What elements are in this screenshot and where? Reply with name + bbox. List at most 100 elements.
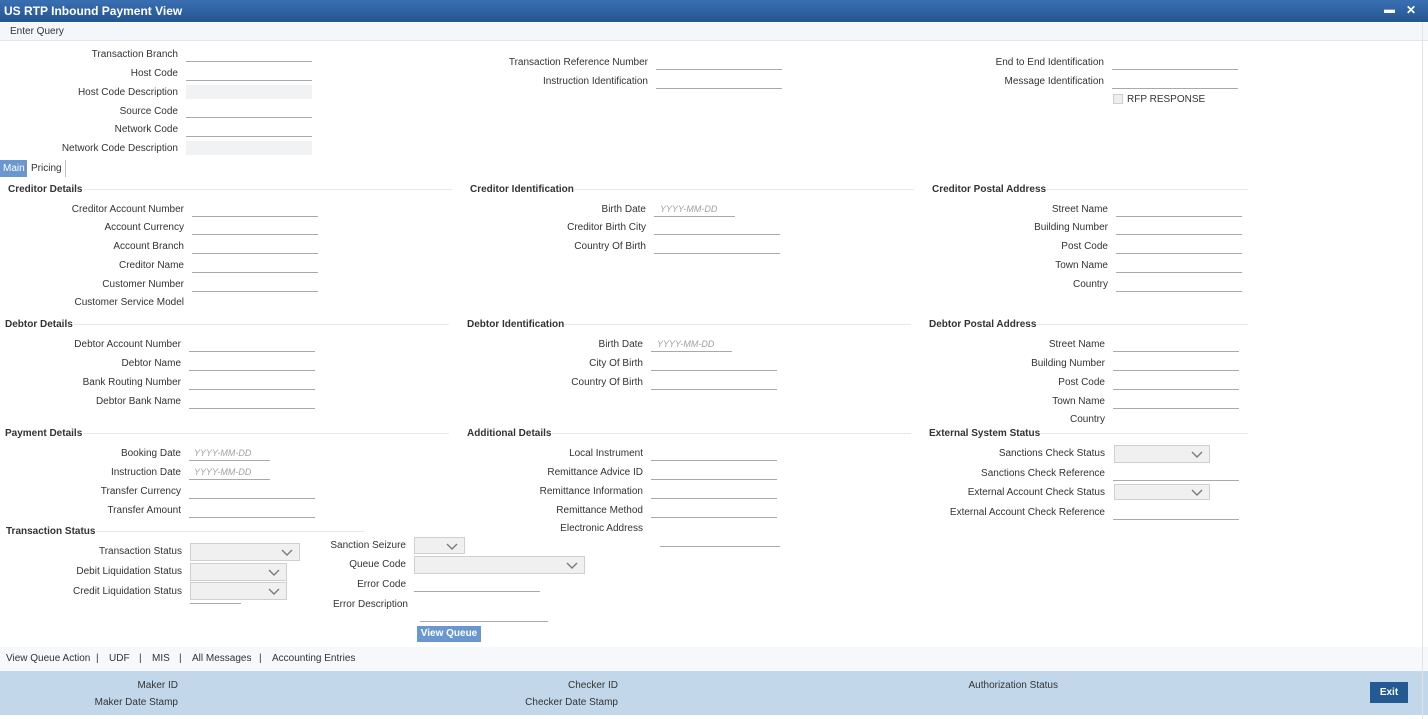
enter-query-menu[interactable]: Enter Query [10, 26, 64, 37]
account-currency-input[interactable] [192, 221, 318, 235]
debtor-details-rule [74, 324, 449, 325]
booking-date-placeholder: YYYY-MM-DD [194, 448, 252, 458]
sanction-seizure-select[interactable] [414, 537, 465, 554]
creditor-identification-title: Creditor Identification [470, 184, 574, 195]
creditor-street-name-input[interactable] [1116, 203, 1242, 217]
electronic-address-input[interactable] [660, 533, 780, 547]
view-queue-action-link[interactable]: View Queue Action [6, 653, 90, 664]
debtor-identification-rule [564, 324, 911, 325]
transfer-currency-label: Transfer Currency [100, 486, 181, 497]
debit-liquidation-status-select[interactable] [190, 563, 287, 581]
host-code-label: Host Code [130, 68, 178, 79]
chevron-down-icon [446, 543, 458, 550]
transfer-currency-input[interactable] [189, 485, 315, 499]
transaction-branch-input[interactable] [186, 48, 312, 62]
udf-link[interactable]: UDF [109, 653, 130, 664]
creditor-name-input[interactable] [192, 259, 318, 273]
link-separator: | [179, 653, 182, 664]
remittance-information-input[interactable] [651, 485, 777, 499]
message-identification-input[interactable] [1112, 75, 1238, 89]
mis-link[interactable]: MIS [152, 653, 170, 664]
debtor-town-name-input[interactable] [1113, 395, 1239, 409]
transaction-branch-label: Transaction Branch [91, 49, 178, 60]
exit-button[interactable]: Exit [1370, 682, 1408, 703]
sanctions-check-status-select[interactable] [1114, 445, 1210, 463]
transaction-reference-number-input[interactable] [656, 56, 782, 70]
host-code-input[interactable] [186, 67, 312, 81]
remittance-method-input[interactable] [651, 504, 777, 518]
debtor-account-number-input[interactable] [189, 338, 315, 352]
link-separator: | [139, 653, 142, 664]
view-queue-button[interactable]: View Queue [417, 626, 481, 642]
error-code-input[interactable] [414, 578, 540, 592]
queue-code-label: Queue Code [349, 559, 406, 570]
checker-date-stamp-label: Checker Date Stamp [525, 697, 618, 708]
rfp-response-checkbox[interactable] [1113, 94, 1123, 104]
debtor-bank-name-label: Debtor Bank Name [95, 396, 181, 407]
creditor-building-number-input[interactable] [1116, 221, 1242, 235]
close-icon[interactable]: ✕ [1406, 3, 1416, 17]
creditor-account-number-input[interactable] [192, 203, 318, 217]
creditor-postal-address-title: Creditor Postal Address [932, 184, 1047, 195]
creditor-post-code-input[interactable] [1116, 240, 1242, 254]
external-account-check-status-select[interactable] [1114, 484, 1210, 500]
debtor-details-title: Debtor Details [5, 319, 73, 330]
menu-bar: Enter Query [0, 23, 1428, 41]
creditor-postal-rule [1046, 189, 1248, 190]
customer-number-input[interactable] [192, 278, 318, 292]
title-bar: US RTP Inbound Payment View ▬ ✕ [0, 0, 1428, 22]
creditor-country-input[interactable] [1116, 278, 1242, 292]
debtor-country-of-birth-input[interactable] [651, 376, 777, 390]
maker-date-stamp-label: Maker Date Stamp [94, 697, 178, 708]
transfer-amount-input[interactable] [189, 504, 315, 518]
end-to-end-identification-input[interactable] [1112, 56, 1238, 70]
debtor-post-code-input[interactable] [1113, 376, 1239, 390]
remittance-advice-id-input[interactable] [651, 466, 777, 480]
tab-pricing[interactable]: Pricing [28, 160, 66, 177]
external-account-check-reference-input[interactable] [1113, 506, 1239, 520]
window-title: US RTP Inbound Payment View [4, 4, 183, 18]
transfer-amount-label: Transfer Amount [107, 505, 181, 516]
debtor-postal-rule [1036, 324, 1248, 325]
creditor-birth-city-input[interactable] [654, 221, 780, 235]
customer-service-model-label: Customer Service Model [74, 297, 184, 308]
transaction-status-select[interactable] [190, 543, 300, 561]
debtor-city-of-birth-input[interactable] [651, 357, 777, 371]
instruction-identification-input[interactable] [656, 75, 782, 89]
link-separator: | [259, 653, 262, 664]
debtor-bank-name-input[interactable] [189, 395, 315, 409]
creditor-town-name-input[interactable] [1116, 259, 1242, 273]
bank-routing-number-label: Bank Routing Number [82, 377, 181, 388]
network-code-input[interactable] [186, 123, 312, 137]
remittance-method-label: Remittance Method [556, 505, 643, 516]
debtor-street-name-label: Street Name [1048, 339, 1105, 350]
chevron-down-icon [281, 549, 293, 556]
creditor-birth-date-placeholder: YYYY-MM-DD [660, 204, 718, 214]
external-account-check-reference-label: External Account Check Reference [949, 507, 1105, 518]
debtor-street-name-input[interactable] [1113, 338, 1239, 352]
creditor-building-number-label: Building Number [1034, 222, 1108, 233]
debit-liquidation-status-label: Debit Liquidation Status [76, 566, 182, 577]
debtor-name-input[interactable] [189, 357, 315, 371]
right-scrollbar[interactable] [1422, 22, 1428, 719]
account-branch-input[interactable] [192, 240, 318, 254]
debtor-building-number-input[interactable] [1113, 357, 1239, 371]
creditor-country-of-birth-input[interactable] [654, 240, 780, 254]
creditor-account-number-label: Creditor Account Number [71, 204, 184, 215]
accounting-entries-link[interactable]: Accounting Entries [272, 653, 355, 664]
link-separator: | [96, 653, 99, 664]
payment-details-rule [84, 433, 449, 434]
queue-code-select[interactable] [414, 556, 585, 574]
all-messages-link[interactable]: All Messages [192, 653, 251, 664]
debtor-city-of-birth-label: City Of Birth [589, 358, 643, 369]
bank-routing-number-input[interactable] [189, 376, 315, 390]
authorization-status-label: Authorization Status [968, 680, 1059, 691]
source-code-input[interactable] [186, 104, 312, 118]
tab-main[interactable]: Main [0, 160, 27, 177]
minimize-icon[interactable]: ▬ [1384, 4, 1395, 16]
error-description-input[interactable] [420, 608, 548, 622]
debtor-post-code-label: Post Code [1058, 377, 1105, 388]
local-instrument-input[interactable] [651, 447, 777, 461]
creditor-country-label: Country [1072, 279, 1108, 290]
sanctions-check-reference-input[interactable] [1113, 467, 1239, 481]
